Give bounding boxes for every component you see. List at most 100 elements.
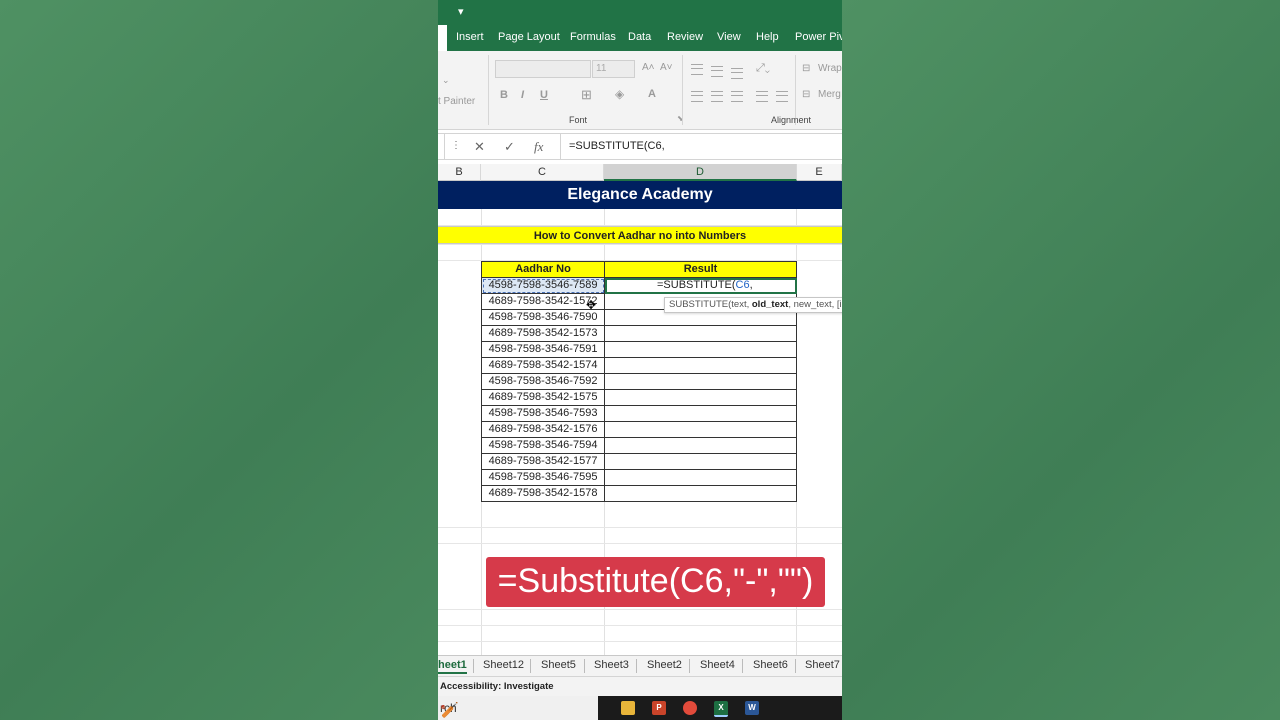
- chrome-icon[interactable]: [683, 701, 697, 715]
- powerpoint-icon[interactable]: P: [652, 701, 666, 715]
- bold-button[interactable]: B: [500, 89, 508, 101]
- sheet-tab-sheet1[interactable]: heet1: [438, 659, 467, 674]
- underline-button[interactable]: U: [540, 89, 548, 101]
- font-name-box[interactable]: [495, 60, 591, 78]
- file-explorer-icon[interactable]: [621, 701, 635, 715]
- result-cell[interactable]: [604, 341, 797, 358]
- result-cell[interactable]: [604, 485, 797, 502]
- sheet-tab-sheet3[interactable]: Sheet3: [594, 659, 629, 671]
- header-result[interactable]: Result: [604, 261, 797, 278]
- merge-icon[interactable]: ⊟: [802, 89, 810, 100]
- aadhar-cell[interactable]: 4689-7598-3542-1574: [481, 357, 605, 374]
- tab-page-layout[interactable]: Page Layout: [498, 31, 560, 43]
- borders-icon[interactable]: ⊞: [581, 87, 592, 103]
- result-cell[interactable]: [604, 389, 797, 406]
- aadhar-cell[interactable]: 4598-7598-3546-7595: [481, 469, 605, 486]
- orientation-icon[interactable]: ⤢⌄: [756, 62, 770, 75]
- excel-icon[interactable]: X: [714, 701, 728, 717]
- grid-line: [438, 625, 842, 626]
- aadhar-cell[interactable]: 4598-7598-3546-7592: [481, 373, 605, 390]
- sheet-tab-sheet12[interactable]: Sheet12: [483, 659, 524, 671]
- formula-input[interactable]: =SUBSTITUTE(C6,: [560, 134, 842, 159]
- word-icon[interactable]: W: [745, 701, 759, 715]
- table-row: 4598-7598-3546-7595: [481, 469, 797, 486]
- enter-icon[interactable]: ✓: [504, 139, 515, 155]
- aadhar-cell-c6[interactable]: 4598-7598-3546-7589: [481, 277, 605, 294]
- increase-font-icon[interactable]: A˄: [642, 62, 655, 73]
- tab-separator: [795, 659, 796, 673]
- font-color-icon[interactable]: A: [648, 88, 656, 100]
- column-header-c[interactable]: C: [481, 164, 604, 181]
- name-box[interactable]: [438, 134, 445, 159]
- result-cell[interactable]: [604, 421, 797, 438]
- merge-label[interactable]: Merg: [818, 89, 841, 100]
- tab-home-active[interactable]: [438, 25, 447, 51]
- column-header-d[interactable]: D: [604, 164, 797, 181]
- tooltip-active-arg[interactable]: old_text: [752, 299, 788, 310]
- font-size-box[interactable]: 11: [592, 60, 635, 78]
- result-cell[interactable]: [604, 469, 797, 486]
- more-options-icon[interactable]: ⋮: [451, 140, 461, 151]
- tab-view[interactable]: View: [717, 31, 741, 43]
- sheet-tab-sheet2[interactable]: Sheet2: [647, 659, 682, 671]
- quick-access-dropdown-icon[interactable]: ▾: [458, 5, 464, 18]
- sheet-tab-sheet4[interactable]: Sheet4: [700, 659, 735, 671]
- align-left-icon[interactable]: [691, 91, 703, 102]
- result-cell-d6-editing[interactable]: =SUBSTITUTE(C6,: [604, 277, 797, 294]
- result-cell[interactable]: [604, 453, 797, 470]
- table-row: 4689-7598-3542-1577: [481, 453, 797, 470]
- sheet-tab-sheet6[interactable]: Sheet6: [753, 659, 788, 671]
- align-right-icon[interactable]: [731, 91, 743, 102]
- increase-indent-icon[interactable]: [776, 91, 788, 102]
- worksheet-grid[interactable]: Elegance Academy How to Convert Aadhar n…: [438, 181, 842, 655]
- column-header-b[interactable]: B: [438, 164, 481, 181]
- aadhar-cell[interactable]: 4598-7598-3546-7593: [481, 405, 605, 422]
- result-cell[interactable]: [604, 373, 797, 390]
- result-cell[interactable]: [604, 405, 797, 422]
- tab-review[interactable]: Review: [667, 31, 703, 43]
- italic-button[interactable]: I: [521, 89, 524, 101]
- banner-title: Elegance Academy: [438, 181, 842, 209]
- aadhar-cell[interactable]: 4689-7598-3542-1576: [481, 421, 605, 438]
- header-aadhar-no[interactable]: Aadhar No: [481, 261, 605, 278]
- taskbar-search[interactable]: rch 🏏: [438, 696, 598, 720]
- fill-color-icon[interactable]: ◈: [615, 87, 624, 101]
- align-bottom-icon[interactable]: [731, 68, 743, 79]
- aadhar-cell[interactable]: 4689-7598-3542-1577: [481, 453, 605, 470]
- cricket-widget-icon[interactable]: 🏏: [440, 699, 459, 720]
- align-top-icon[interactable]: [691, 64, 703, 75]
- aadhar-cell[interactable]: 4689-7598-3542-1578: [481, 485, 605, 502]
- tab-insert[interactable]: Insert: [456, 31, 484, 43]
- aadhar-cell[interactable]: 4689-7598-3542-1575: [481, 389, 605, 406]
- tab-power-pivot[interactable]: Power Pivot: [795, 31, 842, 43]
- move-cursor-icon: ✥: [586, 298, 597, 312]
- column-header-e[interactable]: E: [797, 164, 842, 181]
- excel-window: ▾ Insert Page Layout Formulas Data Revie…: [438, 0, 842, 720]
- aadhar-cell[interactable]: 4689-7598-3542-1573: [481, 325, 605, 342]
- insert-function-icon[interactable]: fx: [534, 139, 543, 155]
- tab-data[interactable]: Data: [628, 31, 651, 43]
- table-row: 4689-7598-3542-1573: [481, 325, 797, 342]
- wrap-text-icon[interactable]: ⊟: [802, 63, 810, 74]
- tab-separator: [584, 659, 585, 673]
- wrap-text-label[interactable]: Wrap: [818, 63, 842, 74]
- result-cell[interactable]: [604, 357, 797, 374]
- tab-formulas[interactable]: Formulas: [570, 31, 616, 43]
- result-cell[interactable]: [604, 437, 797, 454]
- decrease-indent-icon[interactable]: [756, 91, 768, 102]
- format-painter-label[interactable]: t Painter: [438, 96, 475, 107]
- tab-help[interactable]: Help: [756, 31, 779, 43]
- table-row: 4598-7598-3546-7591: [481, 341, 797, 358]
- chevron-down-icon[interactable]: ⌄: [442, 75, 450, 86]
- result-cell[interactable]: [604, 325, 797, 342]
- decrease-font-icon[interactable]: A˅: [660, 62, 673, 73]
- aadhar-cell[interactable]: 4598-7598-3546-7591: [481, 341, 605, 358]
- aadhar-cell[interactable]: 4598-7598-3546-7594: [481, 437, 605, 454]
- ribbon-divider: [488, 55, 489, 125]
- sheet-tab-sheet5[interactable]: Sheet5: [541, 659, 576, 671]
- align-center-icon[interactable]: [711, 91, 723, 102]
- sheet-tab-sheet7[interactable]: Sheet7: [805, 659, 840, 671]
- accessibility-status[interactable]: Accessibility: Investigate: [440, 677, 554, 697]
- cancel-icon[interactable]: ✕: [474, 139, 485, 155]
- align-middle-icon[interactable]: [711, 66, 723, 77]
